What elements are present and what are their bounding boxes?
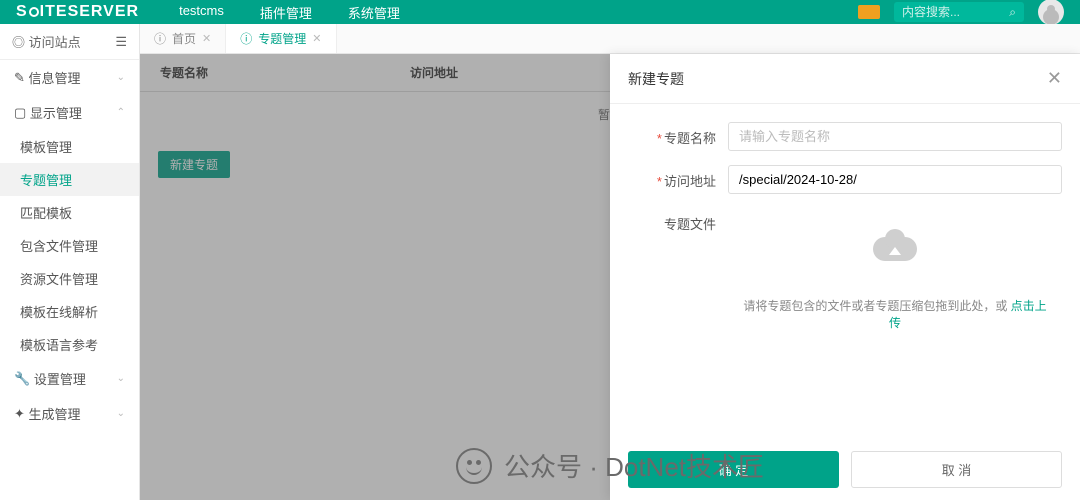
chevron-down-icon: ⌄ [117,408,125,419]
sidebar-group-info[interactable]: ✎ 信息管理 ⌄ [0,60,139,95]
cancel-button[interactable]: 取 消 [851,451,1062,488]
visit-url-input[interactable] [728,165,1062,194]
search-icon[interactable]: ⌕ [1009,5,1016,20]
avatar[interactable] [1038,0,1064,25]
tab-home[interactable]: ⓘ 首页 ✕ [140,24,226,53]
label-special-name: *专题名称 [628,122,716,147]
special-name-input[interactable] [728,122,1062,151]
tab-bar: ⓘ 首页 ✕ ⓘ 专题管理 ✕ [140,24,1080,54]
sidebar-item-special[interactable]: 专题管理 [0,163,139,196]
label-visit-url: *访问地址 [628,165,716,190]
label-special-file: 专题文件 [628,208,716,233]
sparkle-icon: ✦ [14,406,25,422]
chevron-up-icon: ⌃ [117,107,125,118]
edit-icon: ✎ [14,70,25,86]
upload-cloud-icon [873,229,917,261]
logo: SITESERVER [16,3,139,21]
info-icon: ⓘ [154,30,166,47]
close-icon[interactable]: ✕ [1047,68,1062,89]
create-special-panel: 新建专题 ✕ *专题名称 *访问地址 专题文件 [610,54,1080,500]
menu-plugin[interactable]: 插件管理 [260,3,312,22]
sidebar-item-parser[interactable]: 模板在线解析 [0,295,139,328]
mail-icon[interactable] [858,5,880,19]
search-box[interactable]: ⌕ [894,2,1024,22]
sidebar: ◎ 访问站点 ☰ ✎ 信息管理 ⌄ ▢ 显示管理 ⌃ 模板管理 专题管理 匹配模… [0,24,140,500]
search-input[interactable] [902,5,1009,19]
confirm-button[interactable]: 确 定 [628,451,839,488]
close-icon[interactable]: ✕ [312,32,321,45]
sidebar-group-settings[interactable]: 🔧 设置管理 ⌄ [0,361,139,396]
panel-title: 新建专题 [628,69,684,89]
display-icon: ▢ [14,105,26,121]
tab-special[interactable]: ⓘ 专题管理 ✕ [226,24,336,53]
top-menu: testcms 插件管理 系统管理 [179,3,400,22]
upload-dropzone[interactable]: 请将专题包含的文件或者专题压缩包拖到此处，或 点击上传 [728,208,1062,332]
main-area: ⓘ 首页 ✕ ⓘ 专题管理 ✕ 专题名称 访问地址 暂无 新建专题 新建专题 ✕ [140,24,1080,500]
sidebar-item-resource[interactable]: 资源文件管理 [0,262,139,295]
sidebar-item-lang[interactable]: 模板语言参考 [0,328,139,361]
info-icon: ⓘ [240,30,252,47]
chevron-down-icon: ⌄ [117,72,125,83]
sidebar-group-display[interactable]: ▢ 显示管理 ⌃ [0,95,139,130]
sidebar-group-generate[interactable]: ✦ 生成管理 ⌄ [0,396,139,431]
sidebar-visit-site[interactable]: ◎ 访问站点 ☰ [0,24,139,60]
globe-icon: ◎ [12,35,25,50]
sidebar-item-include[interactable]: 包含文件管理 [0,229,139,262]
menu-toggle-icon[interactable]: ☰ [115,34,127,50]
sidebar-item-template[interactable]: 模板管理 [0,130,139,163]
menu-system[interactable]: 系统管理 [348,3,400,22]
upload-hint: 请将专题包含的文件或者专题压缩包拖到此处，或 点击上传 [739,297,1051,331]
chevron-down-icon: ⌄ [117,373,125,384]
top-bar: SITESERVER testcms 插件管理 系统管理 ⌕ [0,0,1080,24]
close-icon[interactable]: ✕ [202,32,211,45]
wrench-icon: 🔧 [14,371,30,387]
menu-testcms[interactable]: testcms [179,3,224,22]
sidebar-item-match[interactable]: 匹配模板 [0,196,139,229]
